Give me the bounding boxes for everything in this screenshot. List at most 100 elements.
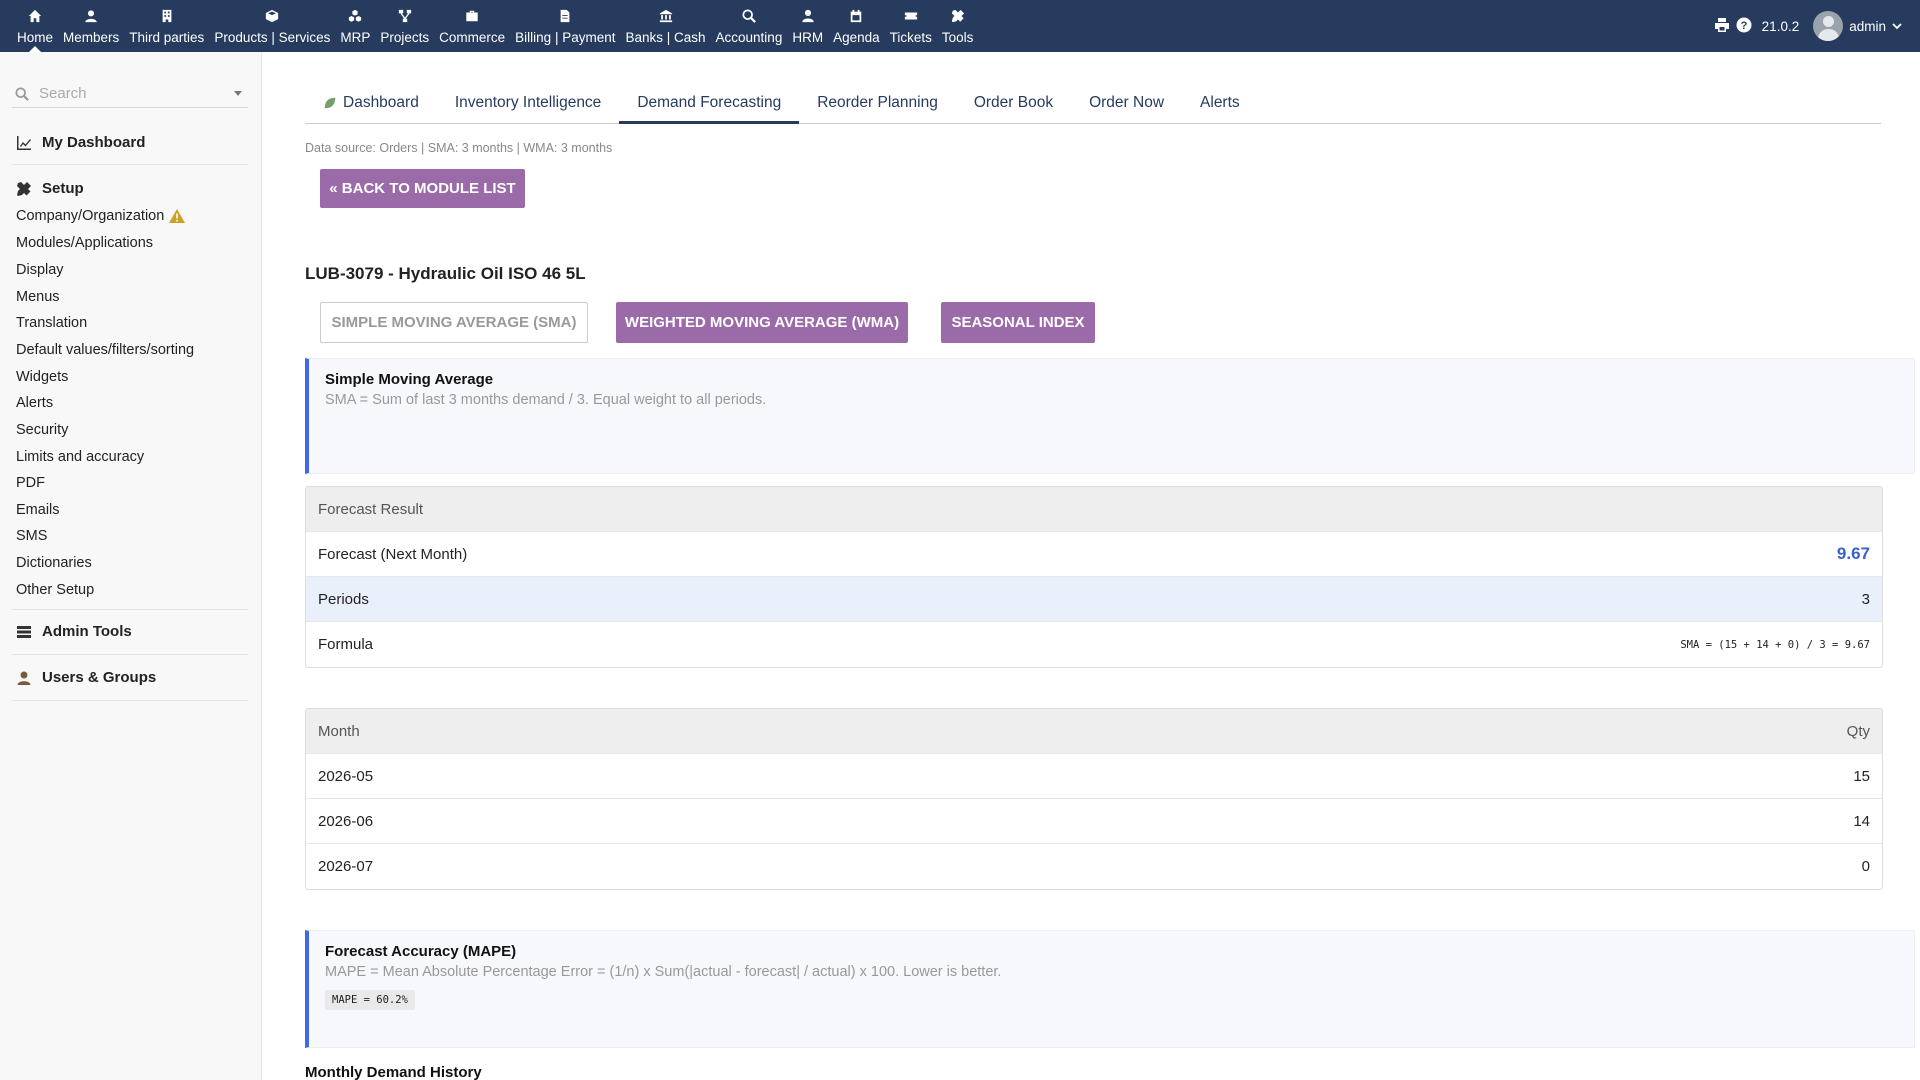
building-icon xyxy=(159,8,175,24)
topnav-products[interactable]: Products | Services xyxy=(209,0,335,52)
sidebar-item-label: Security xyxy=(16,422,69,438)
sidebar-setup[interactable]: Setup xyxy=(16,180,84,197)
sidebar-item-label: Display xyxy=(16,262,64,278)
data-source-info: Data source: Orders | SMA: 3 months | WM… xyxy=(305,141,613,155)
avatar[interactable] xyxy=(1813,11,1844,41)
svg-text:?: ? xyxy=(1740,20,1747,32)
tab-reorder-planning[interactable]: Reorder Planning xyxy=(799,84,956,124)
qty-cell: 15 xyxy=(1853,767,1870,785)
topnav-label: Agenda xyxy=(833,30,880,45)
back-to-module-list-button[interactable]: « Back to module list xyxy=(320,169,525,208)
calendar-icon xyxy=(848,8,864,24)
table-row: 2026-06 14 xyxy=(306,799,1882,844)
sidebar-item-limits[interactable]: Limits and accuracy xyxy=(16,449,144,465)
divider xyxy=(12,654,248,655)
topnav-label: Tickets xyxy=(889,30,932,45)
table-header: Month Qty xyxy=(306,709,1882,754)
main-content: Dashboard Inventory Intelligence Demand … xyxy=(305,52,1920,1080)
cubes-icon xyxy=(347,8,363,24)
tab-label: Demand Forecasting xyxy=(637,94,782,111)
topnav-banks[interactable]: Banks | Cash xyxy=(620,0,710,52)
sidebar-head-label: My Dashboard xyxy=(42,134,146,151)
sma-info-box: Simple Moving Average SMA = Sum of last … xyxy=(305,358,1915,474)
help-icon[interactable]: ? xyxy=(1736,17,1752,36)
topnav-label: Commerce xyxy=(439,30,506,45)
tab-label: Order Now xyxy=(1089,94,1165,111)
sidebar-item-display[interactable]: Display xyxy=(16,262,64,278)
left-sidebar: Search My Dashboard Setup Company/Organi… xyxy=(0,52,262,1080)
tab-order-now[interactable]: Order Now xyxy=(1071,84,1182,124)
sidebar-admin-tools[interactable]: Admin Tools xyxy=(16,623,132,640)
sidebar-item-other-setup[interactable]: Other Setup xyxy=(16,582,94,598)
table-row: Periods 3 xyxy=(306,577,1882,622)
sidebar-my-dashboard[interactable]: My Dashboard xyxy=(16,134,145,151)
sidebar-item-security[interactable]: Security xyxy=(16,422,68,438)
dropdown-caret-icon[interactable] xyxy=(234,91,242,96)
table-row: Forecast (Next Month) 9.67 xyxy=(306,532,1882,577)
sidebar-item-label: Translation xyxy=(16,315,88,331)
module-tabs: Dashboard Inventory Intelligence Demand … xyxy=(305,84,1881,124)
mape-value: MAPE = 60.2% xyxy=(325,990,415,1010)
formula-value: SMA = (15 + 14 + 0) / 3 = 9.67 xyxy=(1680,638,1870,651)
topnav-label: Accounting xyxy=(715,30,783,45)
sidebar-item-sms[interactable]: SMS xyxy=(16,528,47,544)
search-icon xyxy=(15,86,29,101)
user-name[interactable]: admin xyxy=(1849,19,1886,34)
topnav-mrp[interactable]: MRP xyxy=(335,0,375,52)
row-label: Formula xyxy=(318,636,374,653)
tab-alerts[interactable]: Alerts xyxy=(1182,84,1258,124)
cube-icon xyxy=(264,8,280,24)
sidebar-item-modules[interactable]: Modules/Applications xyxy=(16,235,153,251)
topnav-home[interactable]: Home xyxy=(12,0,58,52)
sidebar-item-translation[interactable]: Translation xyxy=(16,315,87,331)
chevron-down-icon[interactable] xyxy=(1892,19,1902,34)
topnav-billing[interactable]: Billing | Payment xyxy=(510,0,620,52)
user-icon xyxy=(17,671,31,685)
tab-inventory-intelligence[interactable]: Inventory Intelligence xyxy=(437,84,619,124)
tab-demand-forecasting[interactable]: Demand Forecasting xyxy=(619,84,800,124)
product-title: LUB-3079 - Hydraulic Oil ISO 46 5L xyxy=(305,264,586,283)
tab-order-book[interactable]: Order Book xyxy=(956,84,1071,124)
sidebar-item-company[interactable]: Company/Organization xyxy=(16,208,186,224)
info-description: MAPE = Mean Absolute Percentage Error = … xyxy=(325,964,1002,980)
sidebar-head-label: Users & Groups xyxy=(42,669,157,686)
tab-dashboard[interactable]: Dashboard xyxy=(305,84,437,124)
sma-button[interactable]: Simple Moving Average (SMA) xyxy=(320,302,588,343)
sidebar-item-label: Modules/Applications xyxy=(16,235,154,251)
wma-button[interactable]: Weighted Moving Average (WMA) xyxy=(616,302,908,343)
topnav-members[interactable]: Members xyxy=(58,0,124,52)
sidebar-item-widgets[interactable]: Widgets xyxy=(16,369,68,385)
sidebar-item-default-values[interactable]: Default values/filters/sorting xyxy=(16,342,194,358)
sidebar-item-dictionaries[interactable]: Dictionaries xyxy=(16,555,92,571)
sidebar-item-pdf[interactable]: PDF xyxy=(16,475,45,491)
topnav-label: Third parties xyxy=(129,30,205,45)
mape-info-box: Forecast Accuracy (MAPE) MAPE = Mean Abs… xyxy=(305,930,1915,1048)
topnav-hrm[interactable]: HRM xyxy=(787,0,828,52)
sidebar-item-emails[interactable]: Emails xyxy=(16,502,60,518)
search-input[interactable]: Search xyxy=(39,85,234,102)
home-icon xyxy=(27,8,43,24)
qty-cell: 0 xyxy=(1861,858,1870,875)
topnav-label: Projects xyxy=(380,30,430,45)
month-qty-table: Month Qty 2026-05 15 2026-06 14 2026-07 … xyxy=(305,708,1883,890)
header-qty: Qty xyxy=(1846,722,1870,740)
sidebar-item-alerts[interactable]: Alerts xyxy=(16,395,53,411)
print-icon[interactable] xyxy=(1714,17,1730,36)
search-dollar-icon xyxy=(741,8,757,24)
sidebar-item-label: Other Setup xyxy=(16,582,95,598)
topnav-tools[interactable]: Tools xyxy=(937,0,979,52)
topnav-accounting[interactable]: Accounting xyxy=(711,0,788,52)
topnav-projects[interactable]: Projects xyxy=(375,0,434,52)
sidebar-users-groups[interactable]: Users & Groups xyxy=(16,669,156,686)
topnav-commerce[interactable]: Commerce xyxy=(434,0,510,52)
topnav-label: HRM xyxy=(792,30,824,45)
seasonal-index-button[interactable]: Seasonal Index xyxy=(941,302,1095,343)
sidebar-item-menus[interactable]: Menus xyxy=(16,289,60,305)
topnav-third-parties[interactable]: Third parties xyxy=(124,0,209,52)
divider xyxy=(12,700,248,701)
section-title: Monthly Demand History xyxy=(305,1064,482,1080)
topnav-agenda[interactable]: Agenda xyxy=(828,0,885,52)
warning-icon xyxy=(169,209,186,223)
search-box[interactable]: Search xyxy=(12,80,248,108)
topnav-tickets[interactable]: Tickets xyxy=(885,0,937,52)
